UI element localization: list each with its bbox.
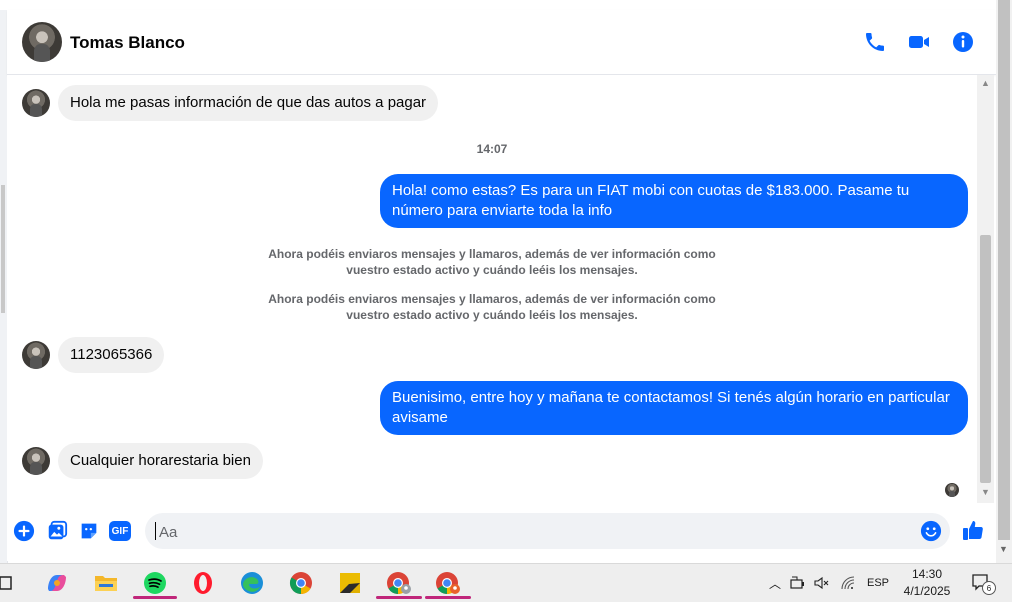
clock-time: 14:30 [911, 567, 943, 581]
notification-count-badge: 6 [982, 581, 996, 595]
chrome-profile-active-indicator [376, 596, 422, 599]
incoming-message: 1123065366 [22, 337, 165, 373]
thumbs-up-icon[interactable] [961, 518, 985, 542]
spotify-active-indicator [133, 596, 177, 599]
message-input[interactable] [157, 513, 921, 551]
window-scrollbar-thumb[interactable] [998, 0, 1010, 540]
speaker-muted-icon[interactable] [814, 576, 830, 590]
battery-icon[interactable] [790, 576, 806, 590]
sender-avatar [22, 89, 50, 117]
outgoing-message-bubble[interactable]: Hola! como estas? Es para un FIAT mobi c… [380, 174, 968, 228]
message-timestamp: 14:07 [476, 142, 508, 156]
text-caret [155, 522, 156, 540]
left-panel-scroll-mark [1, 185, 5, 313]
window-scrollbar[interactable]: ▼ [996, 0, 1012, 563]
contact-avatar[interactable] [22, 22, 62, 62]
spotify-icon[interactable] [133, 569, 177, 599]
contact-name[interactable]: Tomas Blanco [70, 33, 185, 53]
plus-circle-icon[interactable] [13, 520, 35, 542]
window-scroll-down-arrow-icon[interactable]: ▼ [999, 544, 1008, 554]
chrome-profile-2-active-indicator [425, 596, 471, 599]
info-icon[interactable] [951, 30, 975, 54]
chevron-up-icon[interactable]: ︿ [766, 575, 784, 592]
incoming-message: Cualquier horarestaria bien [22, 443, 263, 479]
gif-button[interactable]: GIF [109, 521, 131, 541]
language-indicator[interactable]: ESP [867, 577, 889, 589]
clock-date: 4/1/2025 [903, 584, 951, 598]
notification-center[interactable]: 6 [970, 564, 996, 602]
incoming-message: Hola me pasas información de que das aut… [22, 85, 439, 121]
photo-gallery-icon[interactable] [46, 520, 68, 542]
sender-avatar [22, 341, 50, 369]
chrome-profile-2-icon[interactable] [425, 569, 471, 599]
windows-taskbar: ︿ ESP 14:30 4/1/2025 6 [0, 563, 1012, 602]
chrome-profile-icon[interactable] [376, 569, 422, 599]
sender-avatar [22, 447, 50, 475]
chrome-icon[interactable] [286, 569, 316, 597]
message-list[interactable]: Hola me pasas información de que das aut… [7, 75, 977, 503]
system-tray: ︿ ESP [766, 564, 889, 602]
seen-indicator-avatar [945, 483, 959, 497]
system-clock[interactable]: 14:30 4/1/2025 [896, 566, 958, 600]
copilot-icon[interactable] [42, 569, 72, 597]
edge-icon[interactable] [237, 569, 267, 597]
opera-icon[interactable] [188, 569, 218, 597]
sticky-notes-icon[interactable] [335, 569, 365, 597]
gif-label: GIF [111, 525, 129, 537]
wifi-icon[interactable] [840, 576, 856, 590]
outgoing-message-bubble[interactable]: Buenisimo, entre hoy y mañana te contact… [380, 381, 968, 435]
phone-call-icon[interactable] [863, 30, 887, 54]
message-bubble[interactable]: Hola me pasas información de que das aut… [58, 85, 439, 121]
chat-header: Tomas Blanco [7, 10, 996, 75]
task-view-icon[interactable] [0, 569, 14, 597]
message-input-container[interactable] [145, 513, 950, 551]
message-bubble[interactable]: Cualquier horarestaria bien [58, 443, 263, 479]
scroll-down-arrow-icon[interactable]: ▼ [981, 487, 990, 497]
message-composer: GIF [7, 503, 996, 561]
scroll-up-arrow-icon[interactable]: ▲ [981, 78, 990, 88]
sticker-icon[interactable] [78, 520, 100, 542]
file-explorer-icon[interactable] [91, 569, 121, 597]
message-bubble[interactable]: 1123065366 [58, 337, 165, 373]
system-notice: Ahora podéis enviaros mensajes y llamaro… [268, 247, 716, 277]
message-scrollbar[interactable]: ▲ ▼ [977, 75, 994, 503]
video-call-icon[interactable] [907, 30, 931, 54]
system-notice: Ahora podéis enviaros mensajes y llamaro… [268, 292, 716, 322]
emoji-icon[interactable] [920, 520, 942, 542]
message-scrollbar-thumb[interactable] [980, 235, 991, 483]
messenger-window: Tomas Blanco Hola me pasas información d… [0, 0, 1012, 563]
